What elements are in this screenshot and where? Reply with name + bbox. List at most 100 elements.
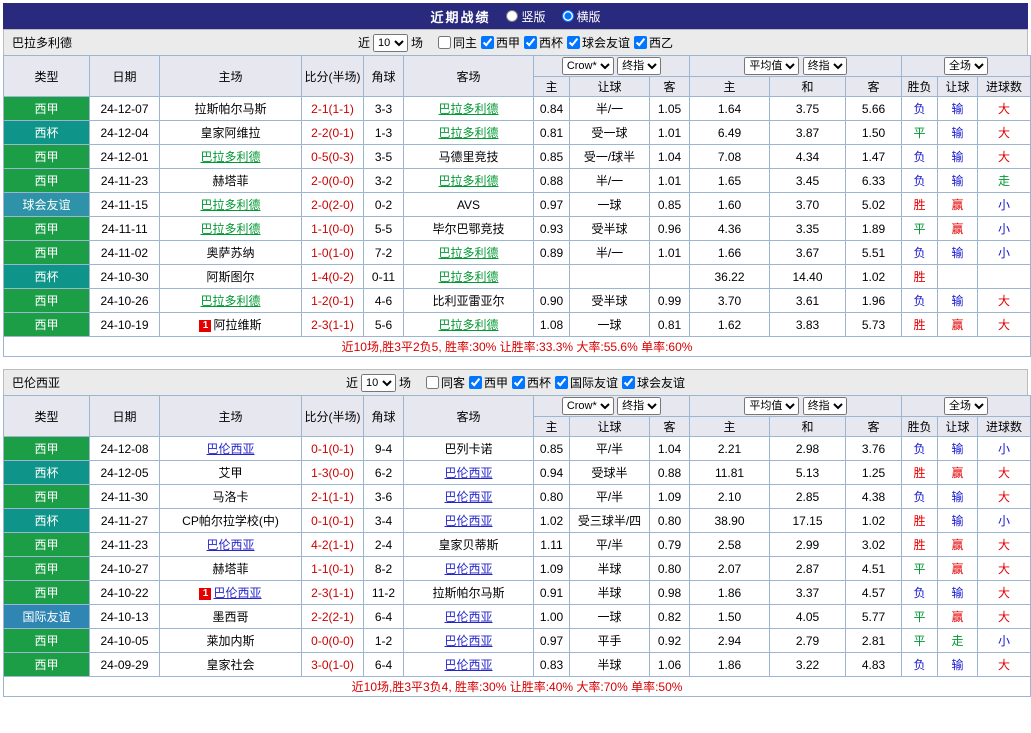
scope-select[interactable]: 全场	[944, 397, 989, 415]
filter-option-西甲[interactable]: 西甲	[477, 34, 520, 51]
eu-away-odds-cell: 6.33	[845, 168, 903, 193]
filter-checkbox[interactable]	[437, 36, 451, 49]
ah-home-odds-cell: 0.85	[533, 436, 570, 461]
team-link[interactable]: 巴伦西亚	[206, 442, 254, 456]
corner-cell: 1-2	[363, 628, 404, 653]
layout-horizontal-radio[interactable]	[561, 10, 574, 22]
team-link[interactable]: 巴伦西亚	[444, 562, 492, 576]
away-team-cell[interactable]: 巴拉多利德	[403, 120, 534, 145]
home-team-cell[interactable]: 1 巴伦西亚	[159, 580, 302, 605]
filter-option-同客[interactable]: 同客	[422, 374, 465, 391]
ah-odds-stage-select[interactable]: 终指	[617, 397, 662, 415]
filter-option-球会友谊[interactable]: 球会友谊	[563, 34, 630, 51]
filter-option-西杯[interactable]: 西杯	[508, 374, 551, 391]
team-link[interactable]: 巴拉多利德	[438, 318, 498, 332]
team-link[interactable]: 巴拉多利德	[438, 126, 498, 140]
team-link: 墨西哥	[212, 610, 249, 624]
bookmaker-select[interactable]: Crow*	[561, 397, 614, 415]
ah-away-odds-cell: 1.06	[648, 652, 691, 677]
goals-result-cell: 大	[977, 144, 1031, 169]
scope-select[interactable]: 全场	[944, 57, 989, 75]
away-team-cell[interactable]: 巴伦西亚	[403, 484, 534, 509]
home-team-cell[interactable]: 巴伦西亚	[159, 532, 302, 557]
ah-result-cell: 赢	[937, 312, 979, 337]
filter-checkbox[interactable]	[567, 36, 581, 49]
filter-checkbox[interactable]	[524, 36, 537, 49]
eu-odds-stage-select[interactable]: 终指	[802, 397, 847, 415]
team-link[interactable]: 巴拉多利德	[438, 102, 498, 116]
filter-option-球会友谊[interactable]: 球会友谊	[618, 374, 685, 391]
ah-line-cell: 平手	[569, 628, 650, 653]
home-team-cell[interactable]: 巴伦西亚	[159, 436, 302, 461]
eu-odds-source-select[interactable]: 平均值	[744, 57, 800, 75]
filter-option-同主[interactable]: 同主	[434, 34, 477, 51]
date-cell: 24-10-26	[89, 288, 160, 313]
team-link[interactable]: 巴拉多利德	[200, 150, 260, 164]
filter-checkbox[interactable]	[512, 376, 525, 389]
team-link[interactable]: 巴拉多利德	[200, 198, 260, 212]
team-link[interactable]: 巴拉多利德	[200, 222, 260, 236]
layout-vertical-option[interactable]: 竖版	[506, 8, 546, 25]
team-link[interactable]: 巴伦西亚	[444, 658, 492, 672]
team-link[interactable]: 巴拉多利德	[438, 246, 498, 260]
corner-cell: 2-4	[363, 532, 404, 557]
home-team-cell[interactable]: 巴拉多利德	[159, 192, 302, 217]
bookmaker-select[interactable]: Crow*	[561, 57, 614, 75]
layout-vertical-radio[interactable]	[506, 10, 519, 22]
team-link[interactable]: 巴伦西亚	[213, 586, 261, 600]
home-team-cell: 1 阿拉维斯	[159, 312, 302, 337]
team-link[interactable]: 巴拉多利德	[438, 270, 498, 284]
ah-odds-stage-select[interactable]: 终指	[617, 57, 662, 75]
team-link[interactable]: 巴伦西亚	[206, 538, 254, 552]
eu-odds-source-select[interactable]: 平均值	[744, 397, 800, 415]
away-team-cell[interactable]: 巴伦西亚	[403, 604, 534, 629]
away-team-cell[interactable]: 巴拉多利德	[403, 240, 534, 265]
away-team-cell[interactable]: 巴拉多利德	[403, 96, 534, 121]
home-team-cell[interactable]: 巴拉多利德	[159, 288, 302, 313]
filter-checkbox[interactable]	[555, 376, 569, 389]
filter-checkbox[interactable]	[634, 36, 648, 49]
eu-draw-odds-cell: 2.85	[769, 484, 847, 509]
eu-odds-stage-select[interactable]: 终指	[802, 57, 847, 75]
match-count-select[interactable]: 10	[372, 33, 408, 52]
filter-option-西乙[interactable]: 西乙	[630, 34, 673, 51]
eu-draw-odds-cell: 3.75	[769, 96, 847, 121]
filter-option-西甲[interactable]: 西甲	[465, 374, 508, 391]
team-link[interactable]: 巴拉多利德	[200, 294, 260, 308]
away-team-cell[interactable]: 巴拉多利德	[403, 168, 534, 193]
away-team-cell[interactable]: 巴伦西亚	[403, 556, 534, 581]
team-link: 皇家贝蒂斯	[438, 538, 499, 552]
goals-result-cell: 小	[977, 508, 1031, 533]
result-cell: 负	[901, 580, 939, 605]
filter-checkbox[interactable]	[468, 376, 482, 389]
filter-option-国际友谊[interactable]: 国际友谊	[551, 374, 618, 391]
home-team-cell: 马洛卡	[159, 484, 302, 509]
team-link[interactable]: 巴伦西亚	[444, 514, 492, 528]
away-team-cell[interactable]: 巴伦西亚	[403, 652, 534, 677]
away-team-cell[interactable]: 巴伦西亚	[403, 628, 534, 653]
away-team-cell[interactable]: 巴伦西亚	[403, 460, 534, 485]
home-team-cell[interactable]: 巴拉多利德	[159, 216, 302, 241]
away-team-cell[interactable]: 巴拉多利德	[403, 312, 534, 337]
col-header-ah-home: 主	[533, 416, 570, 437]
home-team-cell[interactable]: 巴拉多利德	[159, 144, 302, 169]
filter-checkbox[interactable]	[480, 36, 494, 49]
away-team-cell[interactable]: 巴伦西亚	[403, 508, 534, 533]
goals-result-cell: 大	[977, 604, 1031, 629]
filter-checkbox[interactable]	[425, 376, 439, 389]
team-link[interactable]: 巴伦西亚	[444, 634, 492, 648]
team-link[interactable]: 巴拉多利德	[438, 174, 498, 188]
filter-option-西杯[interactable]: 西杯	[520, 34, 563, 51]
match-count-select[interactable]: 10	[360, 373, 396, 392]
team-link[interactable]: 巴伦西亚	[444, 610, 492, 624]
match-row: 西甲 24-10-27 赫塔菲 1-1(0-1) 8-2 巴伦西亚 1.09 半球 0.80 2.…	[3, 556, 1031, 581]
team-link[interactable]: 巴伦西亚	[444, 490, 492, 504]
home-team-cell: 莱加内斯	[159, 628, 302, 653]
away-team-cell[interactable]: 巴拉多利德	[403, 264, 534, 289]
filter-checkbox[interactable]	[622, 376, 636, 389]
score-cell: 0-1(0-1)	[301, 508, 364, 533]
score-cell: 0-5(0-3)	[301, 144, 364, 169]
team-link: AVS	[456, 197, 481, 212]
layout-horizontal-option[interactable]: 横版	[561, 8, 601, 25]
team-link[interactable]: 巴伦西亚	[444, 466, 492, 480]
